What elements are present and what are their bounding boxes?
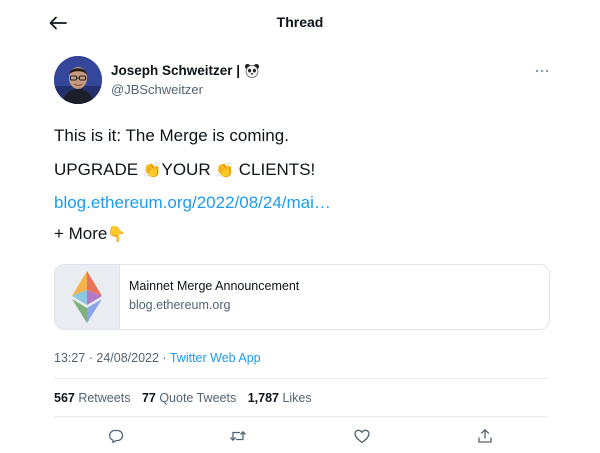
more-button[interactable]	[533, 64, 551, 78]
reply-button[interactable]	[106, 427, 126, 445]
tweet-meta: 13:27 · 24/08/2022 · Twitter Web App	[54, 351, 261, 365]
likes-stat[interactable]: 1,787 Likes	[248, 391, 312, 405]
share-icon	[478, 428, 492, 443]
more-horizontal-icon	[535, 69, 549, 73]
retweets-count: 567	[54, 391, 75, 405]
clapping-hands-emoji: 👏	[215, 162, 235, 179]
reply-icon	[109, 429, 124, 444]
tweet-text-clients: CLIENTS!	[234, 160, 316, 179]
panda-icon	[244, 63, 260, 78]
tweet-text-upgrade: UPGRADE	[54, 160, 143, 179]
pointing-down-emoji: 👇	[107, 226, 127, 243]
author-name[interactable]: Joseph Schweitzer |	[111, 63, 260, 78]
retweets-label: Retweets	[74, 391, 131, 405]
page-title: Thread	[276, 14, 324, 30]
tweet-text-line-2: UPGRADE 👏YOUR 👏 CLIENTS!	[54, 160, 315, 180]
quote-tweets-stat[interactable]: 77 Quote Tweets	[142, 391, 236, 405]
share-button[interactable]	[475, 427, 495, 445]
likes-label: Likes	[278, 391, 312, 405]
divider	[54, 416, 548, 417]
thread-header: Thread	[0, 0, 600, 46]
tweet-text-line-1: This is it: The Merge is coming.	[54, 126, 289, 145]
author-name-text: Joseph Schweitzer |	[111, 63, 241, 78]
like-button[interactable]	[352, 427, 372, 445]
ethereum-logo-icon	[72, 271, 102, 323]
card-thumbnail	[55, 265, 120, 329]
retweet-icon	[230, 430, 246, 442]
tweet-date[interactable]: 24/08/2022	[96, 351, 159, 365]
tweet-source[interactable]: Twitter Web App	[170, 351, 261, 365]
avatar-image	[54, 56, 102, 104]
retweets-stat[interactable]: 567 Retweets	[54, 391, 130, 405]
tweet-link[interactable]: blog.ethereum.org/2022/08/24/mai…	[54, 193, 331, 213]
meta-separator: ·	[158, 351, 170, 365]
heart-icon	[354, 429, 370, 443]
clapping-hands-emoji: 👏	[142, 162, 162, 179]
tweet-text-your: YOUR	[161, 160, 216, 179]
quote-tweets-count: 77	[141, 391, 156, 405]
quote-tweets-label: Quote Tweets	[155, 391, 237, 405]
author-handle[interactable]: @JBSchweitzer	[111, 82, 203, 97]
card-domain: blog.ethereum.org	[129, 298, 231, 312]
more-text: + More	[54, 224, 108, 243]
avatar[interactable]	[54, 56, 102, 104]
likes-count: 1,787	[247, 391, 279, 405]
retweet-button[interactable]	[228, 427, 248, 445]
tweet-text-line-4: + More👇	[54, 224, 126, 244]
tweet-stats: 567 Retweets 77 Quote Tweets 1,787 Likes	[54, 391, 320, 405]
divider	[54, 378, 548, 379]
meta-separator: ·	[85, 351, 97, 365]
link-preview-card[interactable]: Mainnet Merge Announcement blog.ethereum…	[54, 264, 550, 330]
card-title: Mainnet Merge Announcement	[129, 279, 300, 293]
tweet-time[interactable]: 13:27	[54, 351, 85, 365]
